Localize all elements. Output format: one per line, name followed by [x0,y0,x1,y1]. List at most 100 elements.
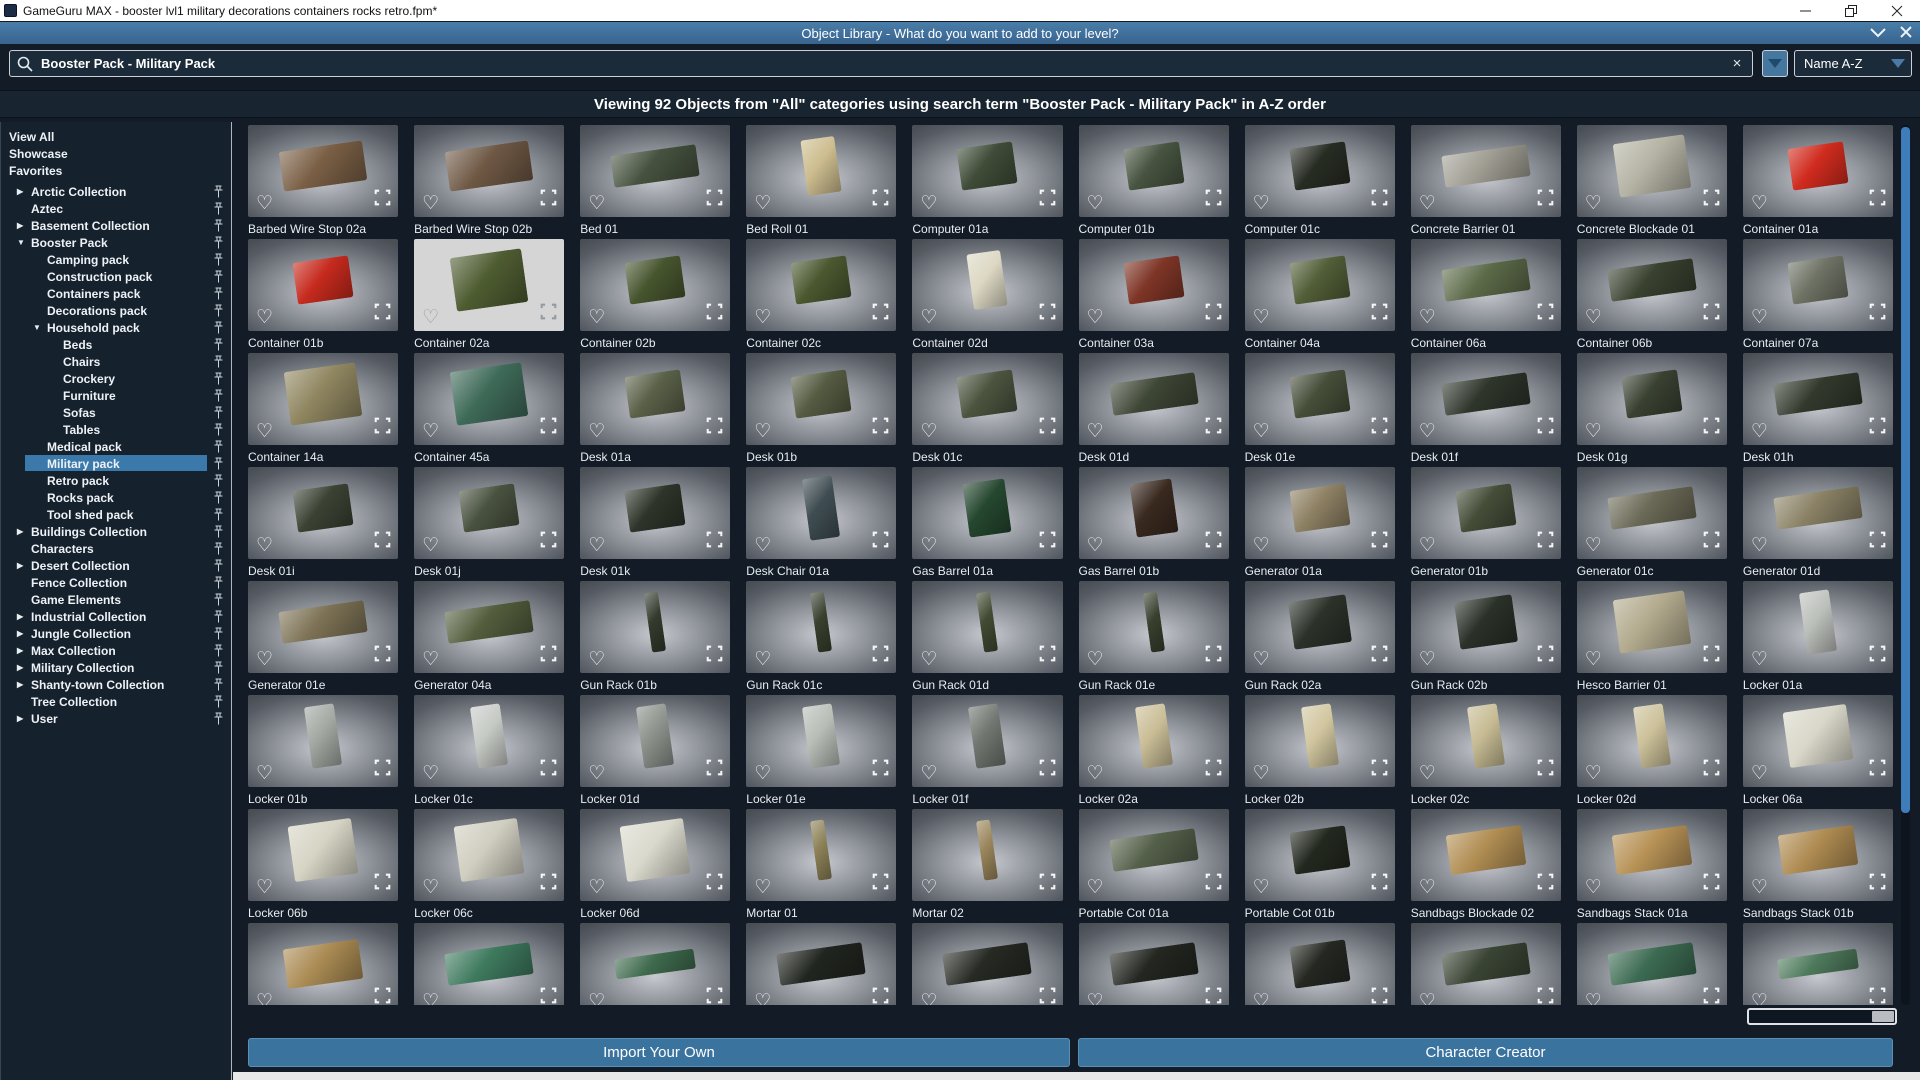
preview-frame-icon[interactable] [706,531,723,553]
sidebar-item-arctic-collection[interactable]: ▶Arctic Collection [1,183,231,200]
favorite-heart-icon[interactable]: ♡ [754,536,771,555]
preview-frame-icon[interactable] [706,645,723,667]
object-thumbnail[interactable]: ♡ [414,695,564,787]
preview-frame-icon[interactable] [1205,759,1222,781]
sidebar-item-sofas[interactable]: Sofas [1,404,231,421]
object-thumbnail[interactable]: ♡ [1245,923,1395,1005]
preview-frame-icon[interactable] [1537,987,1554,1005]
horizontal-scrollbar[interactable] [233,1072,1920,1080]
preview-frame-icon[interactable] [1703,417,1720,439]
object-thumbnail[interactable]: ♡ [746,581,896,673]
favorite-heart-icon[interactable]: ♡ [754,650,771,669]
object-tile-locker-06c[interactable]: ♡Locker 06c [414,809,564,923]
preview-frame-icon[interactable] [1205,189,1222,211]
preview-frame-icon[interactable] [1205,987,1222,1005]
favorite-heart-icon[interactable]: ♡ [1087,764,1104,783]
object-thumbnail[interactable]: ♡ [1079,467,1229,559]
pin-icon[interactable] [214,270,223,286]
object-thumbnail[interactable]: ♡ [1743,467,1893,559]
object-tile-container-02a[interactable]: ♡Container 02a [414,239,564,353]
favorite-heart-icon[interactable]: ♡ [422,878,439,897]
preview-frame-icon[interactable] [872,645,889,667]
pin-icon[interactable] [214,321,223,337]
sidebar-item-beds[interactable]: Beds [1,336,231,353]
object-thumbnail[interactable]: ♡ [912,353,1062,445]
search-input[interactable] [41,56,1722,71]
sidebar-item-game-elements[interactable]: Game Elements [1,591,231,608]
object-tile-gun-rack-01c[interactable]: ♡Gun Rack 01c [746,581,896,695]
favorite-heart-icon[interactable]: ♡ [1253,308,1270,327]
preview-frame-icon[interactable] [1205,645,1222,667]
favorite-heart-icon[interactable]: ♡ [1419,878,1436,897]
object-thumbnail[interactable]: ♡ [1411,581,1561,673]
preview-frame-icon[interactable] [1703,645,1720,667]
object-thumbnail[interactable]: ♡ [580,923,730,1005]
object-tile-desk-01a[interactable]: ♡Desk 01a [580,353,730,467]
preview-frame-icon[interactable] [1537,531,1554,553]
object-thumbnail[interactable]: ♡ [1079,809,1229,901]
object-tile-gun-rack-02a[interactable]: ♡Gun Rack 02a [1245,581,1395,695]
object-tile-container-45a[interactable]: ♡Container 45a [414,353,564,467]
sidebar-item-retro-pack[interactable]: Retro pack [1,472,231,489]
object-thumbnail[interactable]: ♡ [1245,467,1395,559]
object-tile-container-01b[interactable]: ♡Container 01b [248,239,398,353]
favorite-heart-icon[interactable]: ♡ [1419,308,1436,327]
favorite-heart-icon[interactable]: ♡ [256,764,273,783]
sidebar-item-tables[interactable]: Tables [1,421,231,438]
favorite-heart-icon[interactable]: ♡ [754,422,771,441]
pin-icon[interactable] [214,610,223,626]
object-tile-generator-04a[interactable]: ♡Generator 04a [414,581,564,695]
preview-frame-icon[interactable] [872,189,889,211]
sort-order-select[interactable]: Name A-Z [1794,50,1912,77]
collapsed-arrow-icon[interactable]: ▶ [17,527,23,536]
collapsed-arrow-icon[interactable]: ▶ [17,646,23,655]
preview-frame-icon[interactable] [1371,303,1388,325]
favorite-heart-icon[interactable]: ♡ [1087,194,1104,213]
collapsed-arrow-icon[interactable]: ▶ [17,221,23,230]
sidebar-item-furniture[interactable]: Furniture [1,387,231,404]
pin-icon[interactable] [214,304,223,320]
thumbnail-size-slider[interactable] [1747,1008,1897,1025]
panel-close-icon[interactable] [1900,25,1912,41]
object-thumbnail[interactable]: ♡ [1743,923,1893,1005]
favorite-heart-icon[interactable]: ♡ [1253,194,1270,213]
object-thumbnail[interactable]: ♡ [1743,239,1893,331]
object-thumbnail[interactable]: ♡ [580,125,730,217]
preview-frame-icon[interactable] [540,645,557,667]
favorite-heart-icon[interactable]: ♡ [920,764,937,783]
pin-icon[interactable] [214,423,223,439]
object-thumbnail[interactable]: ♡ [1577,695,1727,787]
object-tile-container-01a[interactable]: ♡Container 01a [1743,125,1893,239]
object-thumbnail[interactable]: ♡ [414,125,564,217]
object-thumbnail[interactable]: ♡ [1411,695,1561,787]
object-tile-barbed-wire-stop-02b[interactable]: ♡Barbed Wire Stop 02b [414,125,564,239]
object-thumbnail[interactable]: ♡ [912,809,1062,901]
object-thumbnail[interactable]: ♡ [1743,695,1893,787]
preview-frame-icon[interactable] [1869,531,1886,553]
favorite-heart-icon[interactable]: ♡ [422,536,439,555]
object-tile-portable-cot-01b[interactable]: ♡Portable Cot 01b [1245,809,1395,923]
pin-icon[interactable] [214,508,223,524]
favorite-heart-icon[interactable]: ♡ [256,536,273,555]
object-thumbnail[interactable]: ♡ [912,125,1062,217]
pin-icon[interactable] [214,253,223,269]
favorite-heart-icon[interactable]: ♡ [1253,992,1270,1005]
favorite-heart-icon[interactable]: ♡ [1585,764,1602,783]
preview-frame-icon[interactable] [540,987,557,1005]
preview-frame-icon[interactable] [1039,189,1056,211]
favorite-heart-icon[interactable]: ♡ [920,536,937,555]
favorite-heart-icon[interactable]: ♡ [920,422,937,441]
preview-frame-icon[interactable] [1703,531,1720,553]
object-thumbnail[interactable]: ♡ [1245,581,1395,673]
object-tile-desk-01h[interactable]: ♡Desk 01h [1743,353,1893,467]
favorite-heart-icon[interactable]: ♡ [1585,422,1602,441]
preview-frame-icon[interactable] [1371,645,1388,667]
favorite-heart-icon[interactable]: ♡ [588,422,605,441]
object-tile-container-02c[interactable]: ♡Container 02c [746,239,896,353]
object-thumbnail[interactable]: ♡ [1411,125,1561,217]
object-thumbnail[interactable]: ♡ [1577,239,1727,331]
pin-icon[interactable] [214,576,223,592]
sidebar-item-medical-pack[interactable]: Medical pack [1,438,231,455]
favorite-heart-icon[interactable]: ♡ [422,422,439,441]
object-tile-sandbags-blockade-02[interactable]: ♡Sandbags Blockade 02 [1411,809,1561,923]
